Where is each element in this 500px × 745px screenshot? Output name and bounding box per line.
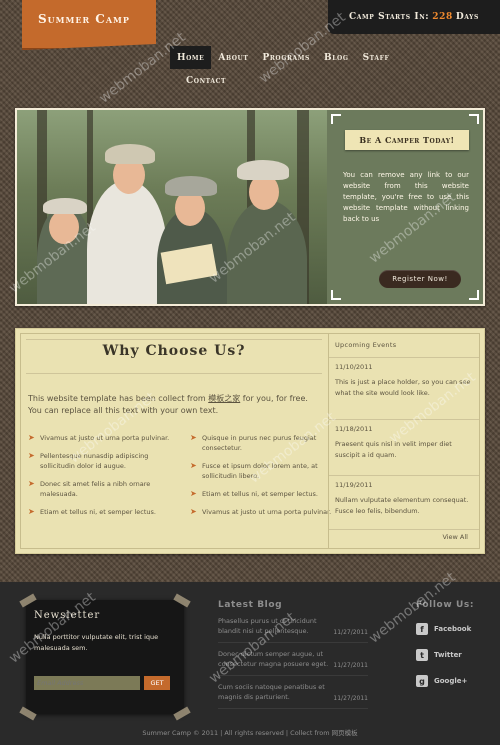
event-item[interactable]: 11/10/2011 This is just a place holder, … [329,357,479,399]
post-date: 11/27/2011 [333,629,368,636]
arrow-icon: ➤ [28,507,35,516]
blog-post[interactable]: Donec dictum semper augue, ut consectetu… [218,649,368,676]
nav-blog[interactable]: Blog [317,46,356,69]
register-button[interactable]: Register Now! [379,270,461,288]
hero-text: You can remove any link to our website f… [343,171,469,223]
events-heading: Upcoming Events [335,341,397,349]
tape-decoration [173,593,191,608]
left-feature-list: ➤ Vivamus at justo ut urna porta pulvinar… [28,433,176,525]
twitter-icon: t [416,649,428,661]
arrow-icon: ➤ [28,433,35,442]
list-item: ➤ Vivamus at justo ut urna porta pulvinar… [28,433,170,442]
hero-photo [17,110,327,304]
corner-bracket [469,290,479,300]
arrow-icon: ➤ [190,507,197,516]
list-item: ➤ Etiam et tellus ni, et semper lectus. [28,507,156,516]
latest-blog: Latest Blog Phasellus purus ut di tincid… [218,600,368,709]
divider [329,529,479,530]
facebook-link[interactable]: f Facebook [416,622,496,636]
nav-contact[interactable]: Contact [170,69,233,92]
hero-callout: Be A Camper Today! You can remove any li… [327,110,483,304]
blog-post[interactable]: Cum sociis natoque penatibus et magnis d… [218,682,368,709]
nav-home[interactable]: Home [170,46,212,69]
site-logo[interactable]: Summer Camp [22,0,156,50]
social-label: Facebook [434,625,472,633]
logo-text: Summer Camp [38,12,130,26]
divider [26,373,322,374]
list-item: ➤ Pellentesque nunasdip adipiscing sollic… [28,451,149,470]
arrow-icon: ➤ [28,479,35,488]
arrow-icon: ➤ [28,451,35,460]
hero-banner: Be A Camper Today! You can remove any li… [15,108,485,306]
twitter-link[interactable]: t Twitter [416,648,496,662]
countdown-number: 228 [432,12,453,22]
main-nav: Home About Programs Blog Staff Contact [170,46,430,92]
event-date: 11/18/2011 [335,425,373,433]
google-plus-link[interactable]: g Google+ [416,674,496,688]
tape-decoration [19,593,37,608]
newsletter-submit-button[interactable]: GET [144,676,170,690]
countdown-prefix: Camp Starts In: [348,12,430,22]
tape-decoration [19,706,37,721]
event-item[interactable]: 11/19/2011 Nullam vulputate elementum co… [329,475,479,517]
list-item: ➤ Donec sit amet felis a nibh ornare male… [28,479,151,498]
why-text: This website template has been collect f… [28,393,324,417]
nav-staff[interactable]: Staff [356,46,397,69]
corner-bracket [331,114,341,124]
arrow-icon: ➤ [190,489,197,498]
why-choose-section: Why Choose Us? This website template has… [20,333,331,549]
follow-title: Follow Us: [416,600,475,610]
post-text: Phasellus purus ut di tincidunt blandit … [218,617,317,635]
list-item: ➤ Vivamus at justo ut urna porta pulvinar… [190,507,332,516]
newsletter-title: Newsletter [34,610,101,621]
countdown-suffix: Days [455,12,479,22]
corner-bracket [331,290,341,300]
email-input[interactable] [34,676,140,690]
event-desc: This is just a place holder, so you can … [335,378,471,397]
content-panel: Why Choose Us? This website template has… [15,328,485,554]
list-item: ➤ Quisque in purus nec purus feugiat cons… [190,433,317,452]
facebook-icon: f [416,623,428,635]
tape-decoration [173,706,191,721]
google-plus-icon: g [416,675,428,687]
site-footer: Newsletter Nulla porttitor vulputate eli… [0,582,500,745]
post-text: Donec dictum semper augue, ut consectetu… [218,650,329,668]
right-feature-list: ➤ Quisque in purus nec purus feugiat cons… [190,433,338,525]
newsletter-box: Newsletter Nulla porttitor vulputate eli… [19,593,191,721]
event-item[interactable]: 11/18/2011 Praesent quis nisl in velit i… [329,419,479,461]
event-desc: Praesent quis nisl in velit imper diet s… [335,440,452,459]
blog-post[interactable]: Phasellus purus ut di tincidunt blandit … [218,616,368,643]
nav-about[interactable]: About [211,46,255,69]
social-label: Twitter [434,651,462,659]
arrow-icon: ➤ [190,461,197,470]
nav-programs[interactable]: Programs [255,46,317,69]
social-label: Google+ [434,677,468,685]
event-desc: Nullam vulputate elementum consequat. Fu… [335,496,469,515]
list-item: ➤ Etiam et tellus ni, et semper lectus. [190,489,318,498]
post-date: 11/27/2011 [333,662,368,669]
newsletter-text: Nulla porttitor vulputate elit, trist iq… [34,633,159,652]
camper-ribbon: Be A Camper Today! [345,130,469,150]
upcoming-events: Upcoming Events 11/10/2011 This is just … [328,333,479,549]
countdown-banner: Camp Starts In: 228 Days [328,0,500,34]
why-text-link[interactable]: 模板之家 [208,394,240,403]
list-item: ➤ Fusce et ipsum dolor lorem ante, at sol… [190,461,318,480]
event-date: 11/19/2011 [335,481,373,489]
view-all-link[interactable]: View All [442,533,468,541]
post-text: Cum sociis natoque penatibus et magnis d… [218,683,325,701]
why-text-before: This website template has been collect f… [28,394,206,403]
post-date: 11/27/2011 [333,695,368,702]
divider [26,339,322,340]
corner-bracket [469,114,479,124]
follow-us: Follow Us: f Facebook t Twitter g Google… [416,600,496,688]
why-title: Why Choose Us? [102,343,246,359]
blog-title: Latest Blog [218,600,283,610]
copyright-text: Summer Camp © 2011 | All rights reserved… [142,729,358,737]
arrow-icon: ➤ [190,433,197,442]
event-date: 11/10/2011 [335,363,373,371]
